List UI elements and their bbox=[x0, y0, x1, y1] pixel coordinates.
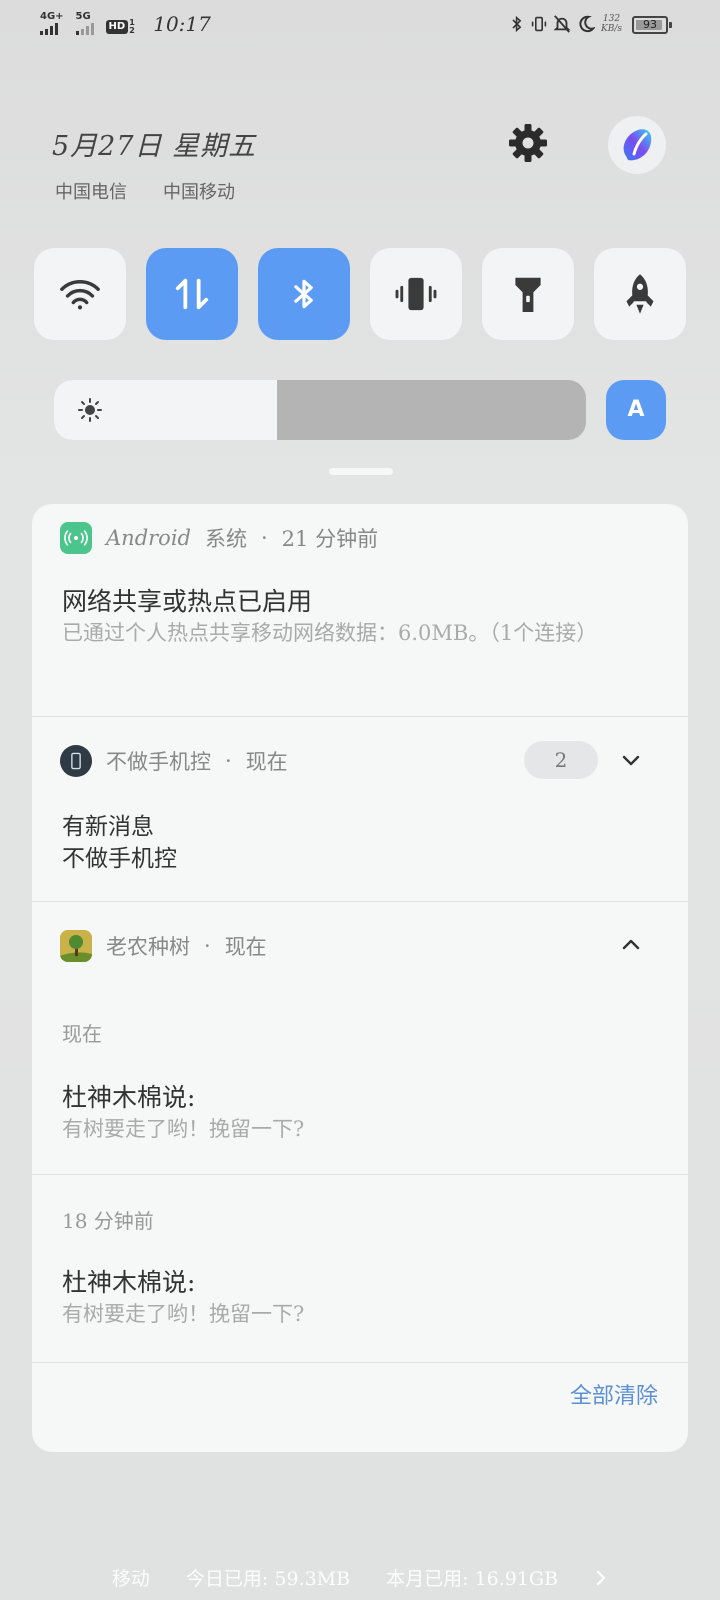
notification-subtitle: 不做手机控 bbox=[62, 846, 177, 872]
wifi-toggle[interactable] bbox=[34, 248, 126, 340]
notification-count-badge: 2 bbox=[524, 741, 598, 779]
brightness-slider[interactable] bbox=[54, 380, 586, 440]
signal-5g-label: 5G bbox=[75, 11, 91, 22]
clear-all-button[interactable]: 全部清除 bbox=[570, 1378, 658, 1410]
account-avatar[interactable] bbox=[608, 116, 666, 174]
network-speed-unit: KB/s bbox=[601, 24, 622, 34]
signal-4g-bars-icon bbox=[40, 23, 58, 35]
carrier-1: 中国电信 bbox=[55, 182, 127, 203]
battery-tip bbox=[669, 22, 672, 28]
gear-icon bbox=[509, 124, 547, 162]
app2-icon bbox=[60, 745, 92, 777]
signal-4g-label: 4G+ bbox=[40, 11, 64, 22]
carrier-2: 中国移动 bbox=[163, 182, 235, 203]
carrier-list: 中国电信 中国移动 bbox=[55, 178, 235, 204]
notification-title: 网络共享或热点已启用 bbox=[62, 587, 313, 616]
subitem-time: 18 分钟前 bbox=[62, 1209, 154, 1233]
network-speed: 132 KB/s bbox=[601, 14, 622, 34]
vibrate-status-icon bbox=[531, 16, 547, 32]
notification-time: 21 分钟前 bbox=[281, 527, 379, 551]
app3-icon bbox=[60, 930, 92, 962]
data-usage-footer[interactable]: 移动 今日已用: 59.3MB 本月已用: 16.91GB bbox=[0, 1564, 720, 1591]
bluetooth-status-icon bbox=[512, 15, 522, 33]
notification-app-name: 不做手机控 bbox=[106, 750, 211, 774]
footer-today-usage: 今日已用: 59.3MB bbox=[185, 1568, 351, 1590]
notification-app3-group: 老农种树 · 现在 现在 杜神木棉说: 有树要走了哟！挽留一下? 18 分钟前 … bbox=[32, 902, 688, 1362]
chevron-down-icon[interactable] bbox=[620, 749, 642, 771]
notification-android-hotspot[interactable]: Android 系统 · 21 分钟前 网络共享或热点已启用 已通过个人热点共享… bbox=[32, 504, 688, 716]
hotspot-icon bbox=[64, 530, 88, 546]
chevron-up-icon[interactable] bbox=[620, 934, 642, 956]
vibrate-icon bbox=[395, 277, 437, 311]
mute-bell-icon bbox=[553, 15, 571, 33]
data-arrows-icon bbox=[175, 278, 209, 310]
notification-divider bbox=[32, 1362, 688, 1363]
notification-title: 有新消息 bbox=[62, 814, 154, 840]
subitem-time: 现在 bbox=[62, 1022, 102, 1046]
notification-separator: · bbox=[260, 526, 268, 550]
flashlight-icon bbox=[515, 277, 541, 312]
footer-carrier: 移动 bbox=[111, 1568, 150, 1590]
notification-separator: · bbox=[225, 749, 232, 773]
phone-app-icon bbox=[71, 752, 81, 770]
status-bar: 4G+ 5G HD 1 2 10:17 132 KB/s 93 bbox=[0, 0, 720, 52]
mobile-data-toggle[interactable] bbox=[146, 248, 238, 340]
account-logo-icon bbox=[623, 129, 652, 161]
subitem-title: 杜神木棉说: bbox=[62, 1268, 196, 1297]
notification-header: 老农种树 · 现在 bbox=[60, 930, 267, 962]
subitem-title: 杜神木棉说: bbox=[62, 1083, 196, 1112]
game-mode-toggle[interactable] bbox=[594, 248, 686, 340]
bluetooth-icon bbox=[294, 279, 313, 309]
notification-header: Android 系统 · 21 分钟前 bbox=[60, 522, 378, 554]
hotspot-app-icon bbox=[60, 522, 92, 554]
wifi-icon bbox=[60, 280, 100, 310]
subitem-body: 有树要走了哟！挽留一下? bbox=[62, 1302, 305, 1326]
vibrate-toggle[interactable] bbox=[370, 248, 462, 340]
rocket-icon bbox=[626, 274, 654, 314]
battery-icon: 93 bbox=[632, 16, 672, 34]
notification-time: 现在 bbox=[224, 935, 267, 959]
signal-5g-bars-icon bbox=[75, 23, 94, 35]
settings-button[interactable] bbox=[507, 122, 549, 164]
hd-sim-label: 1 2 bbox=[129, 18, 135, 35]
notification-header: 不做手机控 · 现在 bbox=[60, 745, 288, 777]
notification-body: 已通过个人热点共享移动网络数据：6.0MB。（1个连接） bbox=[62, 621, 598, 645]
tree-app-icon bbox=[60, 930, 92, 962]
flashlight-toggle[interactable] bbox=[482, 248, 574, 340]
date-label: 5月27日 星期五 bbox=[52, 131, 257, 162]
footer-month-usage: 本月已用: 16.91GB bbox=[386, 1568, 559, 1590]
notification-app2[interactable]: 不做手机控 · 现在 2 有新消息 不做手机控 bbox=[32, 717, 688, 901]
status-right: 132 KB/s bbox=[509, 14, 622, 34]
brightness-sun-icon bbox=[78, 398, 102, 422]
notification-app-name: 老农种树 bbox=[106, 935, 190, 959]
network-speed-value: 132 bbox=[602, 14, 621, 24]
moon-icon bbox=[579, 15, 595, 33]
notification-app-name: Android bbox=[106, 526, 191, 550]
notification-subitem[interactable]: 18 分钟前 杜神木棉说: 有树要走了哟！挽留一下? bbox=[32, 1175, 688, 1361]
hd-icon: HD bbox=[105, 20, 129, 34]
quick-settings-tiles bbox=[34, 248, 686, 340]
battery-level: 93 bbox=[643, 18, 657, 31]
signal-5g: 5G bbox=[75, 11, 94, 35]
status-left: 4G+ 5G HD 1 2 10:17 bbox=[40, 12, 211, 35]
notification-time: 现在 bbox=[245, 750, 288, 774]
signal-4g: 4G+ bbox=[40, 12, 64, 35]
subitem-body: 有树要走了哟！挽留一下? bbox=[62, 1117, 305, 1141]
notification-app-suffix: 系统 bbox=[204, 527, 247, 551]
bluetooth-toggle[interactable] bbox=[258, 248, 350, 340]
clock: 10:17 bbox=[153, 12, 211, 36]
panel-drag-handle[interactable] bbox=[329, 468, 393, 475]
auto-brightness-button[interactable]: A bbox=[606, 380, 666, 440]
notification-panel: Android 系统 · 21 分钟前 网络共享或热点已启用 已通过个人热点共享… bbox=[32, 504, 688, 1452]
notification-separator: · bbox=[204, 934, 211, 958]
notification-subitem[interactable]: 现在 杜神木棉说: 有树要走了哟！挽留一下? bbox=[32, 1002, 688, 1172]
chevron-right-icon bbox=[596, 1570, 606, 1585]
hd-voice-indicator: HD 1 2 bbox=[105, 18, 138, 35]
